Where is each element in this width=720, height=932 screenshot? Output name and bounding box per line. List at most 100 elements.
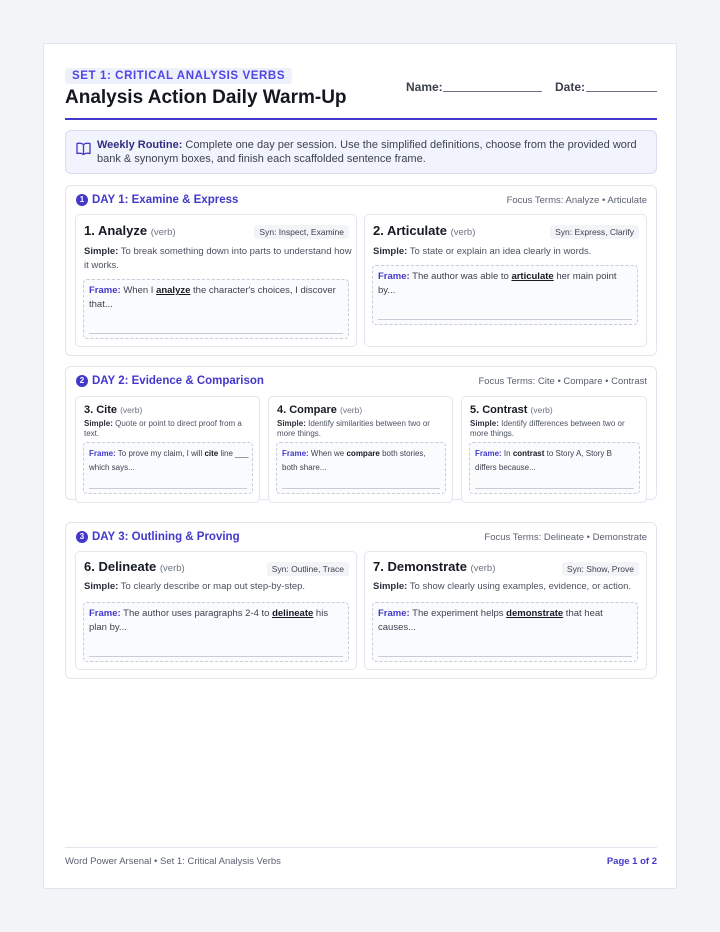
part-of-speech: (verb) [450,227,476,238]
word-name: 4. Compare (verb) [277,404,362,416]
day-number-badge: 1 [76,194,88,206]
word-card-contrast: 5. Contrast (verb) Simple: Identify diff… [461,396,647,503]
simple-text: To show clearly using examples, evidence… [407,581,632,592]
date-field[interactable] [586,91,657,92]
synonym-box: Syn: Outline, Trace [266,562,349,576]
book-icon [76,142,91,155]
simple-label: Simple: [470,419,499,428]
simple-definition: Simple: Identify similarities between tw… [277,419,449,439]
word-card-analyze: 1. Analyze (verb) Syn: Inspect, Examine … [75,214,357,347]
worksheet-header: SET 1: CRITICAL ANALYSIS VERBS Analysis … [65,68,657,120]
synonym-box: Syn: Inspect, Examine [254,225,349,239]
worksheet-page: SET 1: CRITICAL ANALYSIS VERBS Analysis … [43,43,677,889]
footer-series: Word Power Arsenal • Set 1: Critical Ana… [65,856,281,867]
name-label: Name: [406,80,443,94]
synonym-box: Syn: Express, Clarify [550,225,639,239]
frame-label: Frame: [378,608,410,619]
sentence-frame[interactable]: Frame: When we compare both stories, bot… [276,442,446,494]
word-title: 1. Analyze [84,223,148,238]
sentence-frame[interactable]: Frame: The experiment helps demonstrate … [372,602,638,662]
frame-label: Frame: [89,285,121,296]
part-of-speech: (verb) [150,227,176,238]
frame-pre: To prove my claim, I will [115,449,205,458]
frame-label: Frame: [475,449,502,458]
word-name: 6. Delineate (verb) [84,559,185,574]
word-card-demonstrate: 7. Demonstrate (verb) Syn: Show, Prove S… [364,551,647,670]
frame-label: Frame: [89,608,121,619]
word-title: 4. Compare [277,404,337,416]
weekly-routine-box: Weekly Routine: Complete one day per ses… [65,130,657,174]
focus-terms: Focus Terms: Cite • Compare • Contrast [478,376,647,387]
day-title: 2 DAY 2: Evidence & Comparison [76,375,264,387]
frame-text: Frame: The author was able to articulate… [378,270,633,298]
frame-keyword: cite [204,449,219,458]
part-of-speech: (verb) [530,405,553,415]
day-1-section: 1 DAY 1: Examine & Express Focus Terms: A… [65,185,657,356]
writing-line[interactable] [282,488,440,489]
simple-definition: Simple: Identify differences between two… [470,419,642,439]
writing-line[interactable] [89,333,343,334]
frame-keyword: compare [346,449,380,458]
part-of-speech: (verb) [120,405,143,415]
frame-text: Frame: The experiment helps demonstrate … [378,607,633,635]
word-name: 3. Cite (verb) [84,404,142,416]
frame-keyword: articulate [511,271,554,282]
simple-label: Simple: [373,246,408,257]
simple-label: Simple: [84,419,113,428]
frame-label: Frame: [378,271,410,282]
routine-text: Weekly Routine: Complete one day per ses… [97,138,647,166]
word-title: 5. Contrast [470,404,528,416]
simple-definition: Simple: Quote or point to direct proof f… [84,419,256,439]
day-title-text: DAY 1: Examine & Express [92,194,239,206]
simple-label: Simple: [373,581,408,592]
day-title-text: DAY 3: Outlining & Proving [92,531,240,543]
sentence-frame[interactable]: Frame: The author uses paragraphs 2-4 to… [83,602,349,662]
frame-label: Frame: [89,449,116,458]
simple-label: Simple: [277,419,306,428]
routine-label: Weekly Routine: [97,139,183,151]
frame-pre: When I [120,285,157,296]
set-label: SET 1: CRITICAL ANALYSIS VERBS [65,68,293,84]
sentence-frame[interactable]: Frame: When I analyze the character's ch… [83,279,349,339]
writing-line[interactable] [475,488,634,489]
word-name: 2. Articulate (verb) [373,223,475,238]
sentence-frame[interactable]: Frame: In contrast to Story A, Story B d… [469,442,640,494]
word-title: 6. Delineate [84,559,157,574]
day-number-badge: 3 [76,531,88,543]
word-name: 5. Contrast (verb) [470,404,553,416]
name-field[interactable] [443,91,542,92]
sentence-frame[interactable]: Frame: The author was able to articulate… [372,265,638,325]
part-of-speech: (verb) [339,405,363,415]
date-label: Date: [555,80,586,94]
simple-label: Simple: [84,581,119,592]
focus-terms: Focus Terms: Analyze • Articulate [506,195,647,206]
sentence-frame[interactable]: Frame: To prove my claim, I will cite li… [83,442,253,494]
word-title: 2. Articulate [373,223,447,238]
writing-line[interactable] [378,656,632,657]
frame-keyword: analyze [156,285,191,296]
simple-definition: Simple: To clearly describe or map out s… [84,580,352,594]
word-card-compare: 4. Compare (verb) Simple: Identify simil… [268,396,453,503]
synonym-box: Syn: Show, Prove [561,562,639,576]
frame-pre: The author uses paragraphs 2-4 to [120,608,273,619]
word-card-delineate: 6. Delineate (verb) Syn: Outline, Trace … [75,551,357,670]
frame-pre: The experiment helps [409,608,507,619]
page-number: Page 1 of 2 [606,856,657,867]
writing-line[interactable] [378,319,632,320]
writing-line[interactable] [89,488,247,489]
page-title: Analysis Action Daily Warm-Up [65,87,347,108]
frame-label: Frame: [282,449,309,458]
day-title-text: DAY 2: Evidence & Comparison [92,375,264,387]
simple-definition: Simple: To break something down into par… [84,245,352,273]
writing-line[interactable] [89,656,343,657]
frame-pre: When we [308,449,347,458]
day-number-badge: 2 [76,375,88,387]
word-card-articulate: 2. Articulate (verb) Syn: Express, Clari… [364,214,647,347]
page-footer: Word Power Arsenal • Set 1: Critical Ana… [65,847,657,867]
simple-text: To clearly describe or map out step-by-s… [118,581,306,592]
word-name: 1. Analyze (verb) [84,223,176,238]
focus-terms: Focus Terms: Delineate • Demonstrate [484,532,647,543]
simple-definition: Simple: To state or explain an idea clea… [373,245,641,259]
frame-text: Frame: When we compare both stories, bot… [282,447,442,475]
frame-keyword: demonstrate [506,608,564,619]
